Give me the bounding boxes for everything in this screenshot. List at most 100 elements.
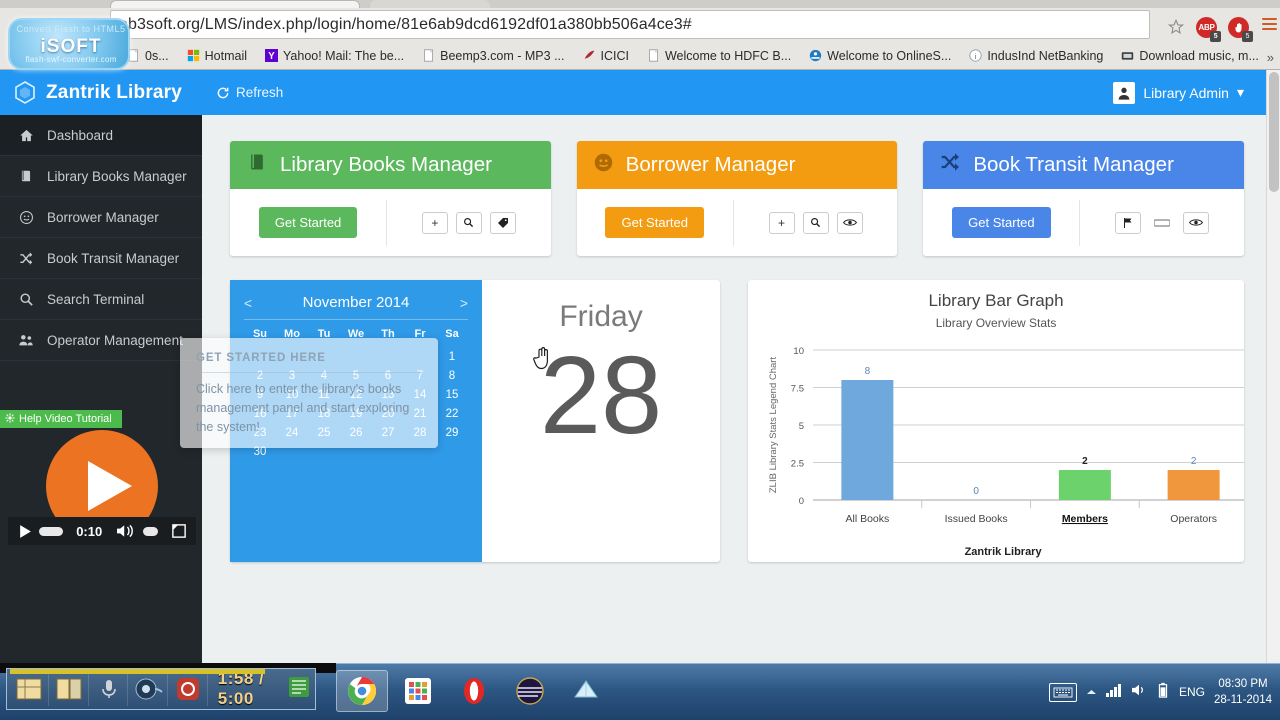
help-video-tutorial-badge[interactable]: Help Video Tutorial bbox=[0, 410, 122, 428]
address-bar[interactable]: eb3soft.org/LMS/index.php/login/home/81e… bbox=[110, 10, 1150, 39]
calendar-day-cell[interactable]: 8 bbox=[436, 370, 468, 382]
bookmark-star-icon[interactable] bbox=[1168, 19, 1184, 35]
sidebar-item-search-terminal[interactable]: Search Terminal bbox=[0, 279, 202, 320]
browser-tab-active[interactable] bbox=[110, 0, 360, 8]
recorder-webcam-button[interactable] bbox=[130, 672, 168, 706]
calendar-header: < November 2014 > bbox=[244, 294, 468, 320]
bookmark-item[interactable]: i IndusInd NetBanking bbox=[960, 44, 1112, 68]
windows-icon bbox=[187, 49, 199, 62]
taskbar-app-opera[interactable] bbox=[448, 670, 500, 712]
popover-body: Click here to enter the library's books … bbox=[196, 382, 410, 434]
chart-category-label[interactable]: Operators bbox=[1170, 513, 1217, 525]
bookmark-item[interactable]: Y Yahoo! Mail: The be... bbox=[256, 44, 413, 68]
library-bar-chart-card: Library Bar Graph Library Overview Stats… bbox=[748, 280, 1244, 562]
refresh-button[interactable]: Refresh bbox=[216, 70, 283, 115]
calendar-day-cell[interactable]: 29 bbox=[436, 427, 468, 439]
user-menu[interactable]: Library Admin ▾ bbox=[1113, 70, 1244, 115]
keyboard-icon[interactable] bbox=[1049, 682, 1077, 702]
recorder-microphone-button[interactable] bbox=[91, 672, 129, 706]
battery-icon[interactable] bbox=[1156, 682, 1170, 703]
video-play-button[interactable] bbox=[14, 524, 37, 539]
plus-icon[interactable]: + bbox=[768, 211, 795, 234]
calendar-prev-button[interactable]: < bbox=[244, 295, 252, 311]
bookmark-item[interactable]: Download music, m... bbox=[1112, 44, 1267, 68]
video-progress-slider[interactable] bbox=[37, 525, 70, 538]
minus-icon[interactable] bbox=[1149, 211, 1176, 234]
bookmark-item[interactable]: Hotmail bbox=[178, 44, 256, 68]
tag-icon[interactable] bbox=[489, 211, 516, 234]
taskbar-app-appgrid[interactable] bbox=[392, 670, 444, 712]
plus-icon[interactable]: + bbox=[421, 211, 448, 234]
get-started-button[interactable]: Get Started bbox=[258, 207, 358, 238]
taskbar-app-dark-circle[interactable] bbox=[504, 670, 556, 712]
icici-icon bbox=[584, 50, 594, 59]
card-title: Library Books Manager bbox=[280, 153, 492, 176]
volume-icon[interactable] bbox=[1131, 683, 1147, 702]
help-video-player[interactable]: 0:10 bbox=[0, 428, 202, 546]
browser-menu-icon[interactable] bbox=[1262, 18, 1277, 31]
gear-icon bbox=[5, 412, 15, 426]
chart-category-label[interactable]: Members bbox=[1062, 513, 1108, 525]
blocker-icon[interactable]: 5 bbox=[1228, 17, 1253, 42]
recorder-window-button[interactable] bbox=[11, 672, 49, 706]
clock[interactable]: 08:30 PM 28-11-2014 bbox=[1214, 676, 1272, 708]
scrollbar-thumb[interactable] bbox=[1269, 72, 1279, 192]
sidebar-item-dashboard[interactable]: Dashboard bbox=[0, 115, 202, 156]
video-fullscreen-button[interactable] bbox=[169, 524, 190, 538]
bookmark-item[interactable]: Welcome to HDFC B... bbox=[638, 44, 800, 68]
book-icon bbox=[246, 152, 268, 178]
ispring-watermark-logo: Convert Flash to HTML5 iSOFT flash-swf-c… bbox=[8, 18, 130, 70]
card-body: Get Started bbox=[923, 189, 1244, 256]
language-indicator[interactable]: ENG bbox=[1179, 685, 1205, 699]
calendar-day-cell[interactable]: 1 bbox=[436, 351, 468, 363]
calendar-day-cell[interactable]: 15 bbox=[436, 389, 468, 401]
chart-bar[interactable] bbox=[1167, 470, 1220, 500]
recorder-app-icon[interactable] bbox=[287, 675, 311, 704]
calendar-day-cell[interactable]: 22 bbox=[436, 408, 468, 420]
sidebar-item-book-transit-manager[interactable]: Book Transit Manager bbox=[0, 238, 202, 279]
flag-icon[interactable] bbox=[1115, 211, 1142, 234]
chevron-up-icon[interactable] bbox=[1086, 683, 1097, 701]
bookmark-label: Hotmail bbox=[204, 48, 247, 63]
chart-bar[interactable] bbox=[1058, 470, 1111, 500]
chart-plot-area: 0 2.5 5 7.5 10 ZLIB Library Stats Legend Char… bbox=[748, 342, 1244, 542]
chart-category-label[interactable]: Issued Books bbox=[945, 513, 1008, 525]
chart-category-label[interactable]: All Books bbox=[846, 513, 890, 525]
get-started-popover: GET STARTED HERE Click here to enter the… bbox=[180, 338, 438, 448]
recorder-region-button[interactable] bbox=[51, 672, 89, 706]
taskbar-app-notepad[interactable] bbox=[560, 670, 612, 712]
network-icon[interactable] bbox=[1106, 683, 1122, 702]
taskbar-app-chrome[interactable] bbox=[336, 670, 388, 712]
page-scrollbar[interactable] bbox=[1266, 70, 1280, 663]
today-panel: Friday 28 bbox=[482, 280, 720, 562]
search-icon[interactable] bbox=[802, 211, 829, 234]
eye-icon[interactable] bbox=[836, 211, 863, 234]
recorder-stop-button[interactable] bbox=[170, 672, 208, 706]
video-volume-button[interactable] bbox=[110, 523, 140, 539]
calendar-next-button[interactable]: > bbox=[460, 295, 468, 311]
card-borrower-manager: Borrower Manager Get Started + bbox=[576, 141, 898, 256]
chart-bar[interactable] bbox=[841, 380, 894, 500]
chevron-down-icon: ▾ bbox=[1236, 84, 1244, 100]
screen: eb3soft.org/LMS/index.php/login/home/81e… bbox=[0, 0, 1280, 720]
bookmarks-overflow-icon[interactable]: » bbox=[1267, 50, 1274, 65]
sidebar-item-library-books-manager[interactable]: Library Books Manager bbox=[0, 156, 202, 197]
adblock-plus-icon[interactable]: ABP 5 bbox=[1196, 17, 1221, 42]
video-volume-slider[interactable] bbox=[140, 526, 163, 537]
browser-tab-inactive[interactable] bbox=[370, 0, 490, 8]
search-icon[interactable] bbox=[455, 211, 482, 234]
bookmark-item[interactable]: ICICI bbox=[574, 44, 638, 68]
browser-chrome: eb3soft.org/LMS/index.php/login/home/81e… bbox=[0, 0, 1280, 70]
home-icon bbox=[18, 128, 34, 143]
app-brand[interactable]: Zantrik Library bbox=[14, 70, 182, 115]
sidebar-item-borrower-manager[interactable]: Borrower Manager bbox=[0, 197, 202, 238]
bookmark-item[interactable]: Welcome to OnlineS... bbox=[800, 44, 960, 68]
sidebar-item-label: Library Books Manager bbox=[47, 168, 187, 184]
user-menu-label: Library Admin bbox=[1143, 84, 1229, 101]
get-started-button[interactable]: Get Started bbox=[952, 207, 1051, 238]
eye-icon[interactable] bbox=[1183, 211, 1210, 234]
get-started-button[interactable]: Get Started bbox=[605, 207, 704, 238]
bookmark-item[interactable]: Beemp3.com - MP3 ... bbox=[413, 44, 573, 68]
address-bar-url: eb3soft.org/LMS/index.php/login/home/81e… bbox=[119, 15, 692, 33]
sidebar-item-operator-management[interactable]: Operator Management bbox=[0, 320, 202, 361]
